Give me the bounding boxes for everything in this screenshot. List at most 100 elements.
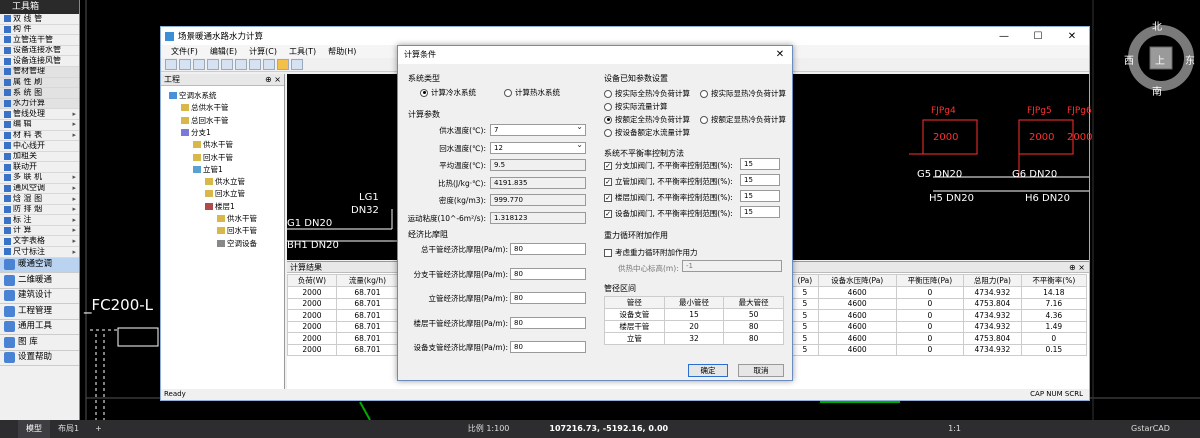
table-row[interactable]: 5 4600 0 4753.804 7.16	[791, 297, 1088, 310]
hot-water-radio[interactable]: 计算热水系统	[504, 87, 560, 98]
table-row[interactable]: 2000 68.701	[287, 332, 400, 345]
column-header[interactable]: 流量(kg/h)	[335, 274, 400, 287]
tree-node[interactable]: 供水干管	[193, 139, 233, 150]
menu-item[interactable]: 计算(C)	[249, 45, 277, 58]
module-button[interactable]: 二维暖通	[0, 273, 79, 289]
column-header[interactable]: 管径	[604, 296, 665, 309]
toolbox-item[interactable]: 通风空调 ▸	[0, 184, 79, 195]
toolbox-item[interactable]: 标 注 ▸	[0, 215, 79, 226]
toolbox-item[interactable]: 属 性 刷	[0, 77, 79, 89]
tree-node[interactable]: 供水立管	[205, 176, 245, 187]
toolbox-item[interactable]: 系 统 图	[0, 88, 79, 99]
module-button[interactable]: 设置帮助	[0, 351, 79, 367]
column-header[interactable]: (Pa)	[791, 274, 819, 287]
calc-param-field[interactable]: 1.318123	[490, 211, 586, 224]
friction-field[interactable]: 80	[510, 292, 586, 304]
tree-node[interactable]: 回水立管	[205, 188, 245, 199]
heating-center-field[interactable]: -1	[682, 260, 782, 272]
ok-button[interactable]: 确定	[688, 364, 728, 377]
table-row[interactable]: 5 4600 0 4734.932 0.15	[791, 343, 1088, 356]
column-header[interactable]: 最大管径	[723, 296, 784, 309]
settings-icon[interactable]	[221, 59, 233, 70]
device-param-radio[interactable]: 按额定全热冷负荷计算	[604, 114, 690, 125]
maximize-button[interactable]: ☐	[1021, 31, 1055, 42]
table-row[interactable]: 2000 68.701	[287, 286, 400, 299]
column-header[interactable]: 最小管径	[663, 296, 725, 309]
tree-node[interactable]: 空调设备	[217, 238, 257, 249]
column-header[interactable]: 不平衡率(%)	[1020, 274, 1088, 287]
column-header[interactable]: 总阻力(Pa)	[963, 274, 1022, 287]
table-row[interactable]: 2000 68.701	[287, 343, 400, 356]
toolbox-item[interactable]: 管线处理 ▸	[0, 109, 79, 120]
toolbox-item[interactable]: 立管连干管	[0, 35, 79, 46]
column-header[interactable]: 负荷(W)	[287, 274, 337, 287]
arrow-icon[interactable]	[249, 59, 261, 70]
menu-item[interactable]: 文件(F)	[171, 45, 198, 58]
table-row[interactable]: 2000 68.701	[287, 309, 400, 322]
menu-item[interactable]: 工具(T)	[289, 45, 316, 58]
toolbox-item[interactable]: 加粗关	[0, 152, 79, 163]
toolbox-item[interactable]: 材 料 表 ▸	[0, 131, 79, 142]
table-row[interactable]: 2000 68.701	[287, 320, 400, 333]
tree-node[interactable]: 分支1	[181, 127, 211, 138]
toolbox-item[interactable]: 中心线开	[0, 141, 79, 152]
temperature-select[interactable]: 7	[490, 122, 586, 136]
compass-top[interactable]: 上	[1155, 52, 1165, 67]
friction-field[interactable]: 80	[510, 316, 586, 329]
toolbox-item[interactable]: 尺寸标注 ▸	[0, 247, 79, 258]
compass-north[interactable]: 北	[1152, 18, 1162, 33]
device-param-radio[interactable]: 按实际流量计算	[604, 101, 668, 112]
tree-node[interactable]: 总回水干管	[181, 115, 229, 126]
module-button[interactable]: 暖通空调	[0, 257, 79, 274]
tree-node[interactable]: 空调水系统	[169, 90, 217, 101]
table-row[interactable]: 5 4600 0 4753.804 0	[791, 332, 1088, 345]
unbalance-checkbox[interactable]: ✓ 立管加阀门, 不平衡率控制范围(%):	[604, 176, 733, 187]
module-button[interactable]: 建筑设计	[0, 289, 79, 305]
open-icon[interactable]	[179, 59, 191, 70]
calc-param-field[interactable]: 999.770	[490, 194, 586, 206]
tree-node[interactable]: 总供水干管	[181, 102, 229, 113]
toolbox-item[interactable]: 管材管理	[0, 66, 79, 78]
gravity-checkbox[interactable]: 考虑重力循环附加作用力	[604, 247, 698, 258]
toolbox-item[interactable]: 设备连接水管	[0, 46, 79, 57]
compass-east[interactable]: 东	[1185, 52, 1195, 67]
panel-pin-icon[interactable]: ⊕ ×	[265, 74, 284, 85]
calc-param-field[interactable]: 4191.835	[490, 176, 586, 189]
close-button[interactable]: ✕	[1055, 31, 1089, 42]
tree-node[interactable]: 楼层1	[205, 201, 235, 212]
calc-param-field[interactable]: 9.5	[490, 159, 586, 171]
grid-icon[interactable]	[235, 59, 247, 70]
compass-south[interactable]: 南	[1152, 83, 1162, 98]
menu-item[interactable]: 编辑(E)	[210, 45, 237, 58]
results-pin-icon[interactable]: ⊕ ×	[1069, 262, 1089, 272]
friction-field[interactable]: 80	[510, 243, 586, 255]
tab-model[interactable]: 模型	[18, 420, 50, 438]
friction-field[interactable]: 80	[510, 267, 586, 280]
unbalance-checkbox[interactable]: ✓ 设备加阀门, 不平衡率控制范围(%):	[604, 208, 733, 219]
add-layout-button[interactable]: +	[87, 420, 110, 438]
device-param-radio[interactable]: 按实际全热冷负荷计算	[604, 88, 690, 99]
toolbox-item[interactable]: 水力计算	[0, 98, 79, 110]
friction-field[interactable]: 80	[510, 341, 586, 353]
cancel-button[interactable]: 取消	[738, 364, 784, 377]
ratio-label[interactable]: 1:1	[948, 420, 961, 438]
unbalance-field[interactable]: 15	[740, 190, 780, 202]
unbalance-field[interactable]: 15	[740, 174, 780, 186]
table-row[interactable]: 5 4600 0 4734.932 4.36	[791, 309, 1088, 322]
table-row[interactable]: 2000 68.701	[287, 297, 400, 310]
toolbox-item[interactable]: 多 联 机 ▸	[0, 173, 79, 184]
dialog-close-icon[interactable]: ✕	[768, 46, 792, 64]
table-row[interactable]: 立管 32 80	[604, 332, 784, 345]
toolbox-item[interactable]: 构 件	[0, 25, 79, 36]
module-button[interactable]: 通用工具	[0, 320, 79, 336]
unbalance-checkbox[interactable]: ✓ 分支加阀门, 不平衡率控制范围(%):	[604, 160, 733, 171]
table-row[interactable]: 5 4600 0 4734.932 14.18	[791, 286, 1088, 299]
table-row[interactable]: 5 4600 0 4734.932 1.49	[791, 320, 1088, 333]
tab-layout1[interactable]: 布局1	[50, 420, 87, 438]
cold-water-radio[interactable]: 计算冷水系统	[420, 87, 476, 98]
table-row[interactable]: 设备支管 15 50	[604, 308, 784, 321]
menu-item[interactable]: 帮助(H)	[328, 45, 356, 58]
tree-node[interactable]: 立管1	[193, 164, 223, 175]
new-icon[interactable]	[165, 59, 177, 70]
unbalance-field[interactable]: 15	[740, 206, 780, 218]
